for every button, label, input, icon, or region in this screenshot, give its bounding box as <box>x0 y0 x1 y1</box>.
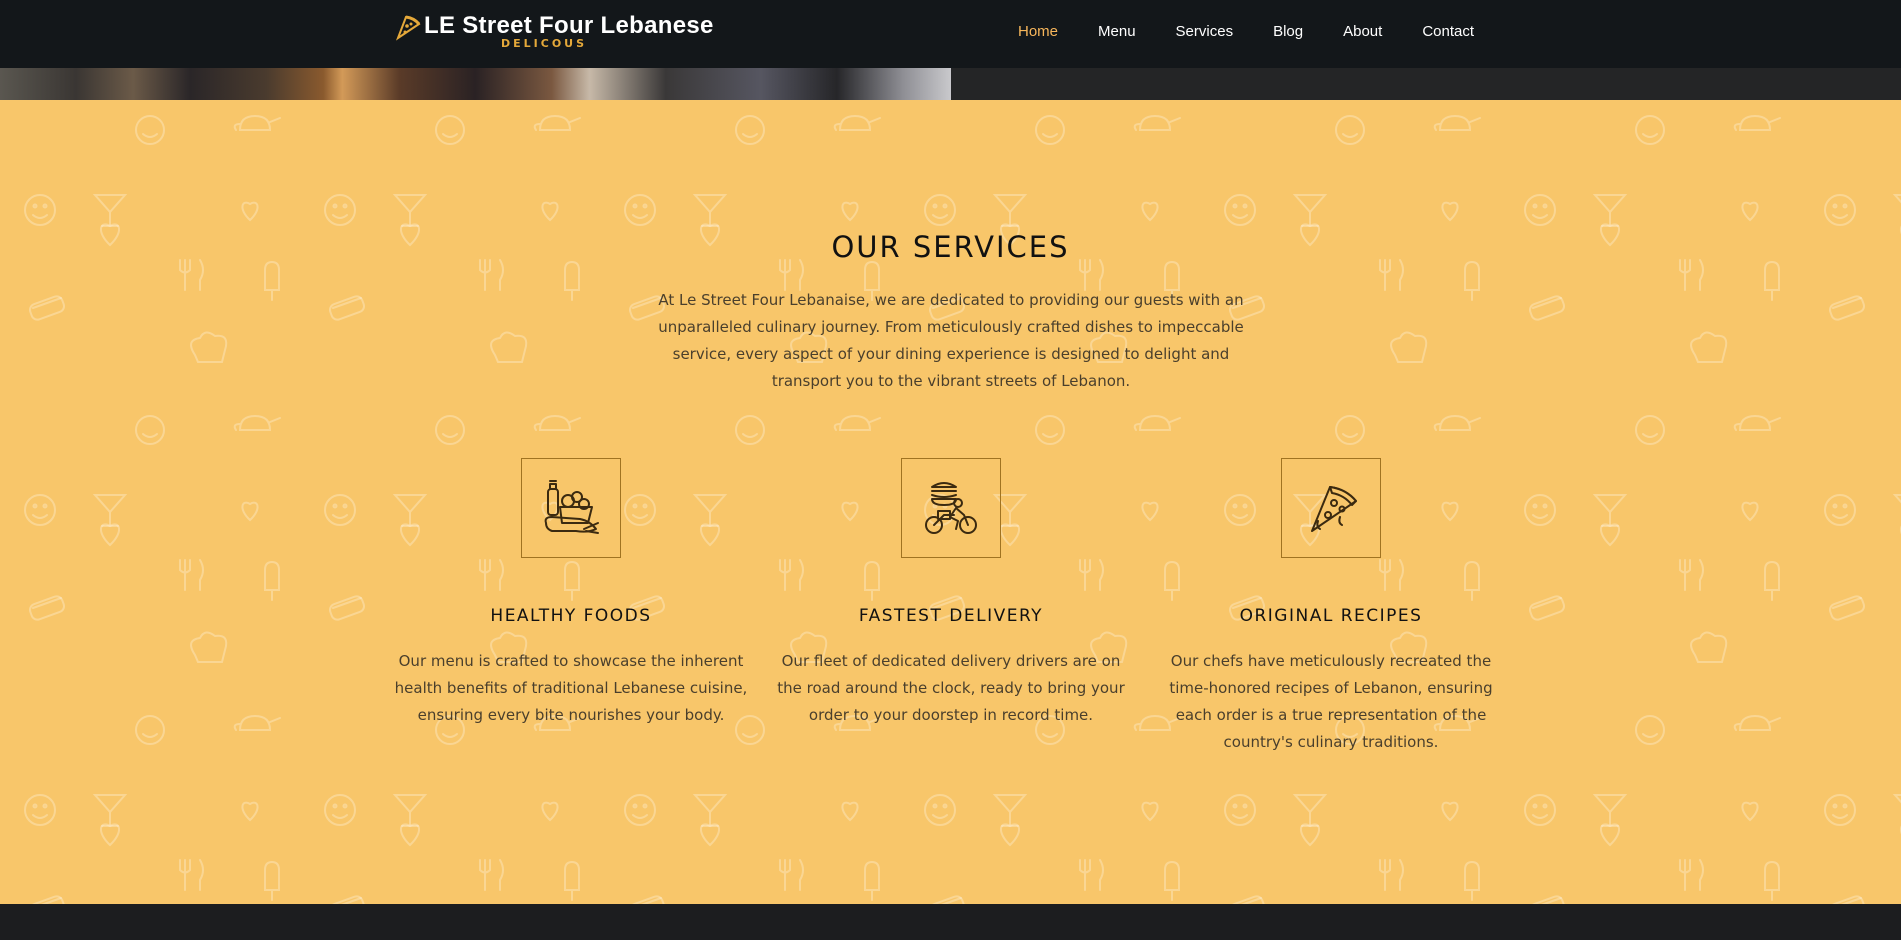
delivery-bike-icon <box>925 482 977 534</box>
brand-title: LE Street Four Lebanese <box>424 12 714 39</box>
service-title: HEALTHY FOODS <box>490 606 652 626</box>
service-title: FASTEST DELIVERY <box>858 606 1044 626</box>
nav-blog[interactable]: Blog <box>1273 23 1303 40</box>
services-section: OUR SERVICES At Le Street Four Lebanaise… <box>0 100 1901 904</box>
brand-subtitle: DELICOUS <box>501 37 588 50</box>
service-icon-box <box>901 458 1001 558</box>
service-description: Our chefs have meticulously recreated th… <box>1169 652 1493 751</box>
pizza-logo-icon <box>395 15 421 41</box>
section-title: OUR SERVICES <box>831 230 1070 265</box>
nav-home[interactable]: Home <box>1018 23 1058 40</box>
nav-services[interactable]: Services <box>1176 23 1234 40</box>
section-intro: At Le Street Four Lebanaise, we are dedi… <box>658 291 1244 390</box>
service-card-healthy-foods: HEALTHY FOODS Our menu is crafted to sho… <box>391 458 751 729</box>
nav-contact[interactable]: Contact <box>1422 23 1474 40</box>
next-section-strip <box>0 904 1901 940</box>
service-description: Our menu is crafted to showcase the inhe… <box>394 652 748 724</box>
pizza-slice-icon <box>1311 486 1357 532</box>
restaurant-photo <box>0 68 951 100</box>
service-icon-box <box>521 458 621 558</box>
nav-menu[interactable]: Menu <box>1098 23 1136 40</box>
main-nav: Home Menu Services Blog About Contact <box>1018 23 1474 40</box>
nav-about[interactable]: About <box>1343 23 1382 40</box>
groceries-icon <box>544 480 599 534</box>
previous-section-dark-panel <box>951 68 1901 100</box>
service-title: ORIGINAL RECIPES <box>1239 606 1423 626</box>
service-card-original-recipes: ORIGINAL RECIPES Our chefs have meticulo… <box>1151 458 1511 756</box>
service-card-fastest-delivery: FASTEST DELIVERY Our fleet of dedicated … <box>771 458 1131 729</box>
site-header: LE Street Four Lebanese DELICOUS Home Me… <box>0 0 1901 68</box>
service-icon-box <box>1281 458 1381 558</box>
site-logo[interactable]: LE Street Four Lebanese DELICOUS <box>394 12 713 54</box>
service-description: Our fleet of dedicated delivery drivers … <box>777 652 1125 724</box>
